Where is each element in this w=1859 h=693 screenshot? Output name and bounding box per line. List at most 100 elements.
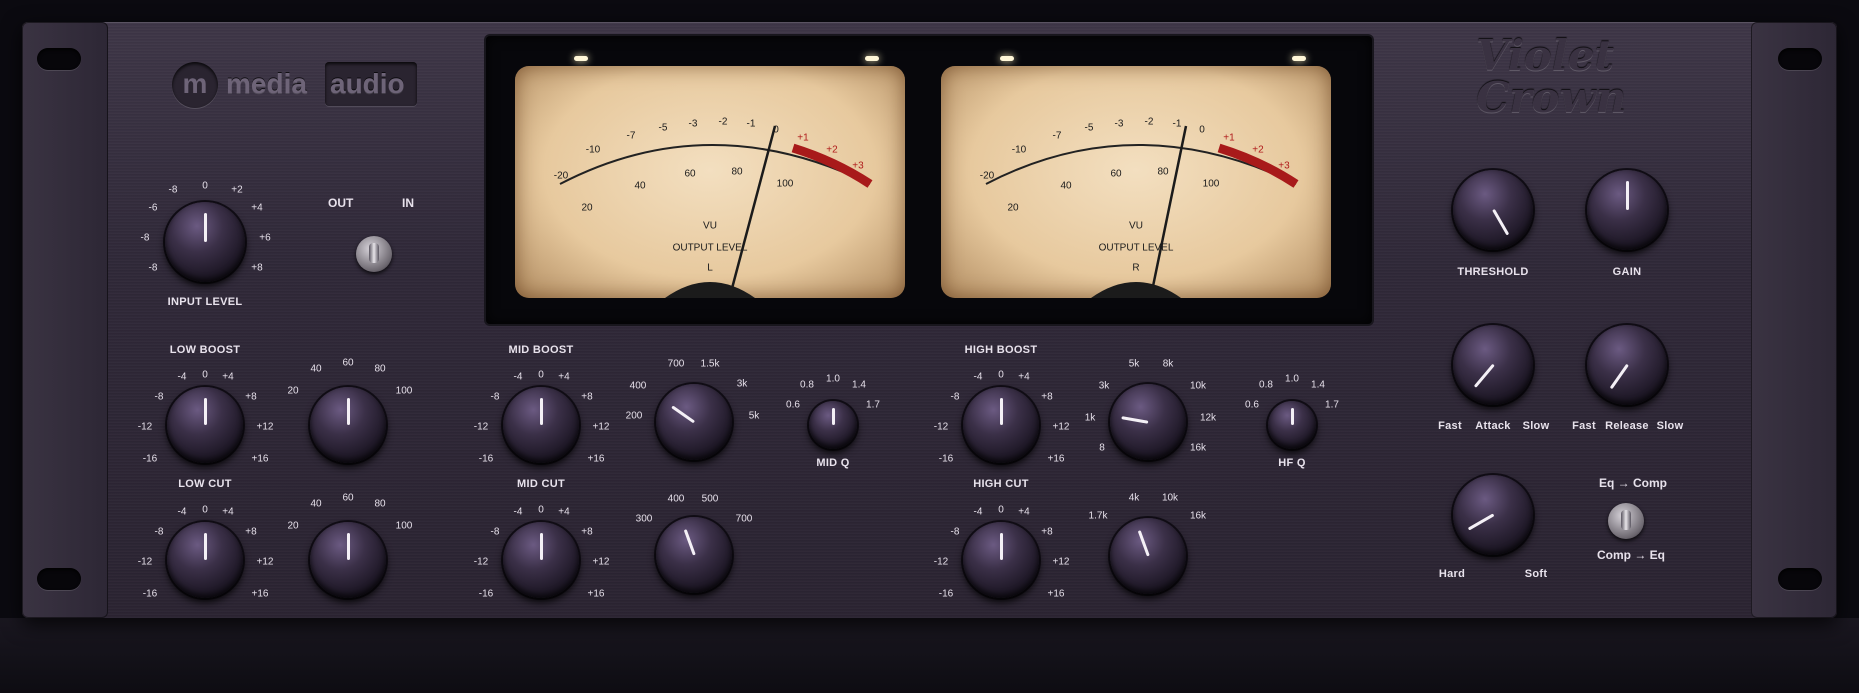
threshold-label: THRESHOLD <box>1457 266 1529 278</box>
knob-indicator <box>203 213 207 242</box>
gain-scale-tick: +16 <box>587 453 605 465</box>
hf-q-knob[interactable] <box>1268 401 1316 449</box>
freq-scale-tick: 700 <box>735 513 753 525</box>
brand-name-left: media <box>226 68 307 99</box>
gain-scale-tick: +16 <box>251 588 269 600</box>
freq-scale-tick: 10k <box>1161 492 1179 504</box>
floor-reflection <box>0 618 1859 693</box>
low-boost-gain-knob[interactable] <box>167 387 243 463</box>
knob-indicator <box>203 532 207 560</box>
gain-scale-tick: +12 <box>256 421 274 433</box>
knob-indicator <box>999 532 1003 560</box>
knob-indicator <box>1473 364 1495 389</box>
plugin-window: m media audio Violet Crown OUT IN Eq → C… <box>0 0 1859 693</box>
mid-q-knob[interactable] <box>809 401 857 449</box>
meter-lamp <box>1000 56 1014 61</box>
vu-scale-tick: -3 <box>688 118 698 130</box>
freq-scale-tick: 1.0 <box>826 373 840 385</box>
freq-scale-tick: 0.8 <box>800 379 814 391</box>
bypass-in-label: IN <box>402 196 414 210</box>
freq-scale-tick: 40 <box>310 363 322 375</box>
gain-scale-tick: -4 <box>973 506 983 518</box>
freq-scale-tick: 16k <box>1189 510 1207 522</box>
rack-screw-slot <box>1778 568 1822 590</box>
high-boost-freq-knob[interactable] <box>1110 384 1186 460</box>
vu-scale-tick: -1 <box>1172 118 1182 130</box>
input-level-knob[interactable] <box>165 202 245 282</box>
gain-scale-tick: 0 <box>998 369 1004 381</box>
vu-scale-tick: -10 <box>1011 144 1027 156</box>
mid-cut-gain-knob[interactable] <box>503 522 579 598</box>
knee-min-label: Hard <box>1438 568 1466 580</box>
input-scale-tick: -8 <box>168 184 178 196</box>
attack-max-label: Slow <box>1522 420 1550 432</box>
gain-scale-tick: +12 <box>1052 556 1070 568</box>
input-scale-tick: -8 <box>140 232 150 244</box>
input-scale-tick: +2 <box>231 184 243 196</box>
mid-cut-freq-knob[interactable] <box>656 517 732 593</box>
vu-scale-percent: 60 <box>684 168 696 180</box>
threshold-knob[interactable] <box>1453 170 1533 250</box>
routing-top-label: Eq → Comp <box>1599 476 1667 490</box>
high-cut-gain-knob[interactable] <box>963 522 1039 598</box>
release-knob[interactable] <box>1587 325 1667 405</box>
vu-scale-tick: +2 <box>1252 144 1264 156</box>
vu-scale-tick: -3 <box>1114 118 1124 130</box>
freq-scale-tick: 4k <box>1128 492 1140 504</box>
gain-scale-tick: +16 <box>1047 453 1065 465</box>
gain-scale-tick: 0 <box>538 369 544 381</box>
release-label: Release <box>1605 420 1649 432</box>
comp-gain-knob[interactable] <box>1587 170 1667 250</box>
high-cut-freq-knob[interactable] <box>1110 518 1186 594</box>
freq-scale-tick: 20 <box>287 385 299 397</box>
gain-scale-tick: +12 <box>592 421 610 433</box>
high-boost-gain-knob[interactable] <box>963 387 1039 463</box>
vu-scale-percent: 80 <box>1157 166 1169 178</box>
freq-scale-tick: 1.7k <box>1088 510 1108 522</box>
knee-max-label: Soft <box>1524 568 1548 580</box>
product-name-line1: Violet <box>1476 31 1614 80</box>
mid-boost-freq-knob[interactable] <box>656 384 732 460</box>
knob-indicator <box>1491 209 1509 236</box>
attack-knob[interactable] <box>1453 325 1533 405</box>
gain-scale-tick: +4 <box>1018 506 1030 518</box>
low-boost-freq-knob[interactable] <box>310 387 386 463</box>
knob-indicator <box>683 528 696 556</box>
vu-scale-tick: +3 <box>852 160 864 172</box>
routing-toggle[interactable] <box>1608 503 1644 539</box>
freq-scale-tick: 1.5k <box>700 358 720 370</box>
freq-scale-tick: 3k <box>736 378 748 390</box>
freq-scale-tick: 1.4 <box>1311 379 1325 391</box>
freq-scale-tick: 5k <box>1128 358 1140 370</box>
vu-scale-percent: 20 <box>1007 202 1019 214</box>
gain-scale-tick: 0 <box>202 504 208 516</box>
gain-scale-tick: +8 <box>245 526 257 538</box>
mid-boost-gain-knob[interactable] <box>503 387 579 463</box>
gain-scale-tick: -8 <box>950 391 960 403</box>
vu-scale-tick: +3 <box>1278 160 1290 172</box>
knob-indicator <box>539 532 543 560</box>
gain-scale-tick: 0 <box>538 504 544 516</box>
bypass-toggle[interactable] <box>356 236 392 272</box>
gain-scale-tick: -12 <box>933 421 949 433</box>
vu-scale-tick: +1 <box>1223 132 1235 144</box>
freq-scale-tick: 60 <box>342 492 354 504</box>
knob-indicator <box>999 397 1003 425</box>
knee-knob[interactable] <box>1453 475 1533 555</box>
knob-indicator <box>1137 529 1150 557</box>
low-cut-freq-knob[interactable] <box>310 522 386 598</box>
freq-scale-tick: 100 <box>395 520 413 532</box>
gain-scale-tick: -8 <box>490 391 500 403</box>
gain-scale-tick: +12 <box>256 556 274 568</box>
low-cut-gain-knob[interactable] <box>167 522 243 598</box>
gain-scale-tick: +12 <box>1052 421 1070 433</box>
rack-screw-slot <box>37 48 81 70</box>
vu-scale-tick: -2 <box>718 116 728 128</box>
gain-scale-tick: -12 <box>933 556 949 568</box>
freq-scale-tick: 1.7 <box>1325 399 1339 411</box>
knob-indicator <box>346 397 350 425</box>
high-boost-label: HIGH BOOST <box>964 344 1038 356</box>
vu-scale-tick: -5 <box>1084 122 1094 134</box>
rack-screw-slot <box>37 568 81 590</box>
meter-lamp <box>865 56 879 61</box>
